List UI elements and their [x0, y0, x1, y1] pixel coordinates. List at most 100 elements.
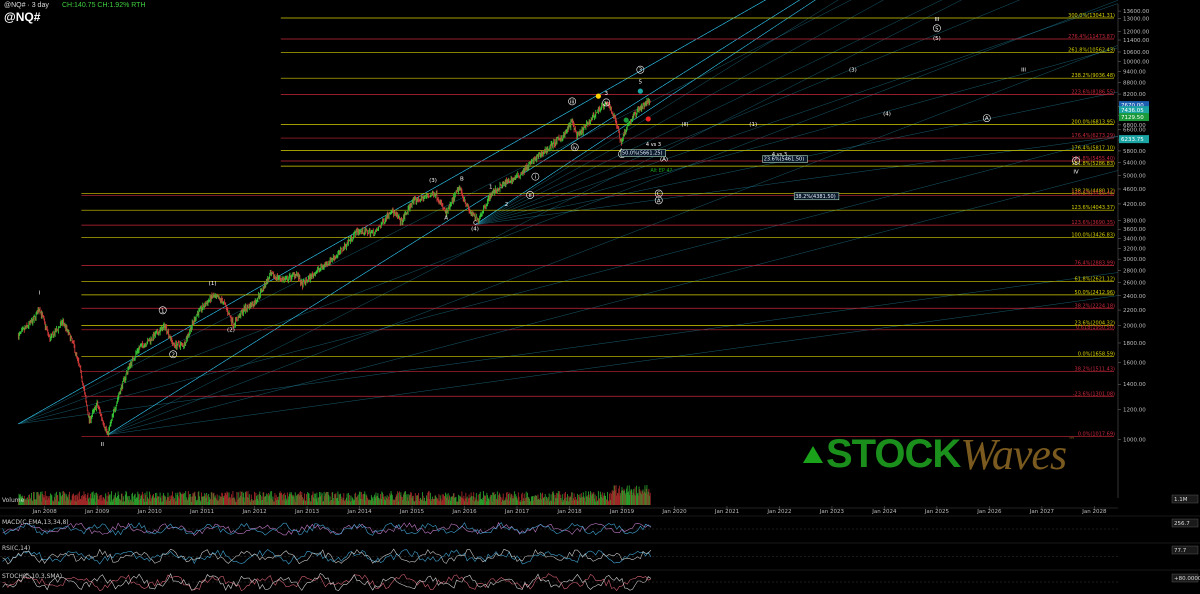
fan-line [107, 0, 801, 435]
wave-label: (5) [933, 36, 941, 42]
volume-panel-label: Volume [2, 497, 25, 504]
price-chart[interactable]: 300.0%(13041.31) 276.4%(11473.87) 261.8%(1… [0, 0, 1200, 594]
panel-value-label: 256.7 [1174, 521, 1190, 527]
chart-window: 300.0%(13041.31) 276.4%(11473.87) 261.8%(1… [0, 0, 1200, 594]
wave-label: 1 [161, 308, 165, 314]
fan-lines [18, 0, 1119, 435]
fib-callout-label: 38.2%(4381.50) [795, 194, 836, 200]
fib-label: 100.0%(3426.83) [1071, 232, 1115, 238]
x-tick-label: Jan 2028 [1081, 509, 1107, 515]
y-tick-label: 6600.00 [1123, 128, 1146, 134]
wave-labels [158, 24, 1080, 359]
fan-line [474, 0, 839, 225]
wave-label: 5 [639, 79, 643, 85]
fan-line [107, 0, 962, 435]
logo-text-waves: Waves [960, 429, 1067, 479]
stockwaves-logo: STOCK Waves ™ [803, 429, 1075, 479]
y-tick-label: 13600.00 [1123, 9, 1150, 15]
fib-label: 38.2%(2224.18) [1075, 303, 1116, 309]
x-tick-label: Jan 2021 [714, 509, 739, 515]
fan-line [107, 45, 1119, 435]
fan-line [107, 0, 801, 435]
fib-label: 0.618(1950.50) [1076, 325, 1115, 331]
fib-label: 123.6%(4043.37) [1071, 205, 1115, 211]
fan-line [107, 0, 801, 435]
fib-levels [81, 17, 1114, 437]
fan-line [107, 0, 801, 435]
fan-line [474, 0, 816, 225]
fan-line [474, 0, 816, 225]
fib-label: 176.4%(6273.29) [1071, 133, 1115, 139]
price-tag-label: 7129.50 [1121, 115, 1144, 121]
x-tick-label: Jan 2026 [976, 509, 1002, 515]
y-tick-label: 2000.00 [1123, 324, 1146, 330]
fib-label: 276.4%(11473.87) [1068, 34, 1115, 40]
wave-marker [623, 117, 629, 123]
wave-label: i [535, 175, 537, 181]
wave-label: (4) [471, 227, 479, 233]
y-tick-label: 3800.00 [1123, 218, 1146, 224]
x-tick-label: Jan 2015 [399, 509, 425, 515]
y-tick-label: 2200.00 [1123, 308, 1146, 314]
price-bars [17, 97, 651, 438]
wave-label: (1) [749, 122, 757, 128]
fib-label: 200.0%(6813.95) [1071, 120, 1115, 126]
fan-line [474, 0, 816, 225]
wave-label: B [460, 176, 464, 182]
wave-label: I [39, 290, 41, 296]
x-tick-label: Jan 2024 [871, 509, 897, 515]
y-tick-label: 5800.00 [1123, 149, 1146, 155]
wave-label: (4) [883, 111, 891, 117]
wave-label: iv [572, 145, 578, 151]
x-tick-label: Jan 2010 [136, 509, 162, 515]
wave-label: A [444, 215, 448, 221]
fan-line [107, 0, 801, 435]
chart-title: @NQ# [4, 10, 41, 24]
wave-label: III [1021, 68, 1026, 74]
fib-label: 38.2%(1511.43) [1075, 367, 1116, 373]
fan-line [107, 0, 801, 435]
fib-callout-label: 50.0%(5661.25) [622, 151, 663, 157]
x-tick-label: Jan 2025 [924, 509, 950, 515]
fib-label: 50.0%(2412.96) [1075, 290, 1116, 296]
y-tick-label: 3200.00 [1123, 247, 1146, 253]
fan-line [107, 0, 801, 435]
fan-line [107, 0, 801, 435]
y-tick-label: 10600.00 [1123, 50, 1150, 56]
fib-label: -23.6%(1301.08) [1073, 391, 1115, 397]
x-tick-label: Jan 2018 [556, 509, 582, 515]
x-tick-label: Jan 2009 [84, 509, 110, 515]
wave-label: 3 [604, 91, 608, 97]
wave-marker [645, 116, 651, 122]
y-tick-label: 1200.00 [1123, 408, 1146, 414]
fan-line [474, 0, 816, 225]
wave-marker [637, 88, 643, 94]
fan-line [107, 0, 801, 435]
fib-label: 76.4%(2883.99) [1075, 261, 1116, 267]
wave-marker [595, 93, 601, 99]
y-tick-label: 8200.00 [1123, 92, 1146, 98]
y-tick-label: 1400.00 [1123, 382, 1146, 388]
rsi-panel-label: RSI(C,14) [2, 545, 31, 552]
y-tick-label: 2600.00 [1123, 281, 1146, 287]
wave-label: (3) [429, 178, 437, 184]
y-tick-label: 1800.00 [1123, 341, 1146, 347]
y-tick-label: 11400.00 [1123, 38, 1150, 44]
macd-panel-label: MACD(C,EMA,13,34,8) [2, 519, 69, 526]
x-tick-label: Jan 2020 [661, 509, 687, 515]
y-tick-label: 8800.00 [1123, 81, 1146, 87]
wave-label: 1 [489, 184, 493, 190]
fib-label: 138.2%(4416.41) [1071, 191, 1115, 197]
x-tick-label: Jan 2011 [189, 509, 214, 515]
y-tick-label: 4200.00 [1123, 202, 1146, 208]
price-tag-label: 6233.75 [1121, 137, 1144, 143]
fan-line [107, 0, 801, 435]
fan-line [107, 0, 801, 435]
wave-label: III [934, 17, 939, 23]
fan-line [474, 0, 1021, 225]
panel-value-label: 1.1M [1174, 497, 1188, 503]
y-tick-label: 5000.00 [1123, 173, 1146, 179]
y-tick-label: 3600.00 [1123, 227, 1146, 233]
x-tick-label: Jan 2022 [766, 509, 791, 515]
fan-line [474, 0, 943, 225]
